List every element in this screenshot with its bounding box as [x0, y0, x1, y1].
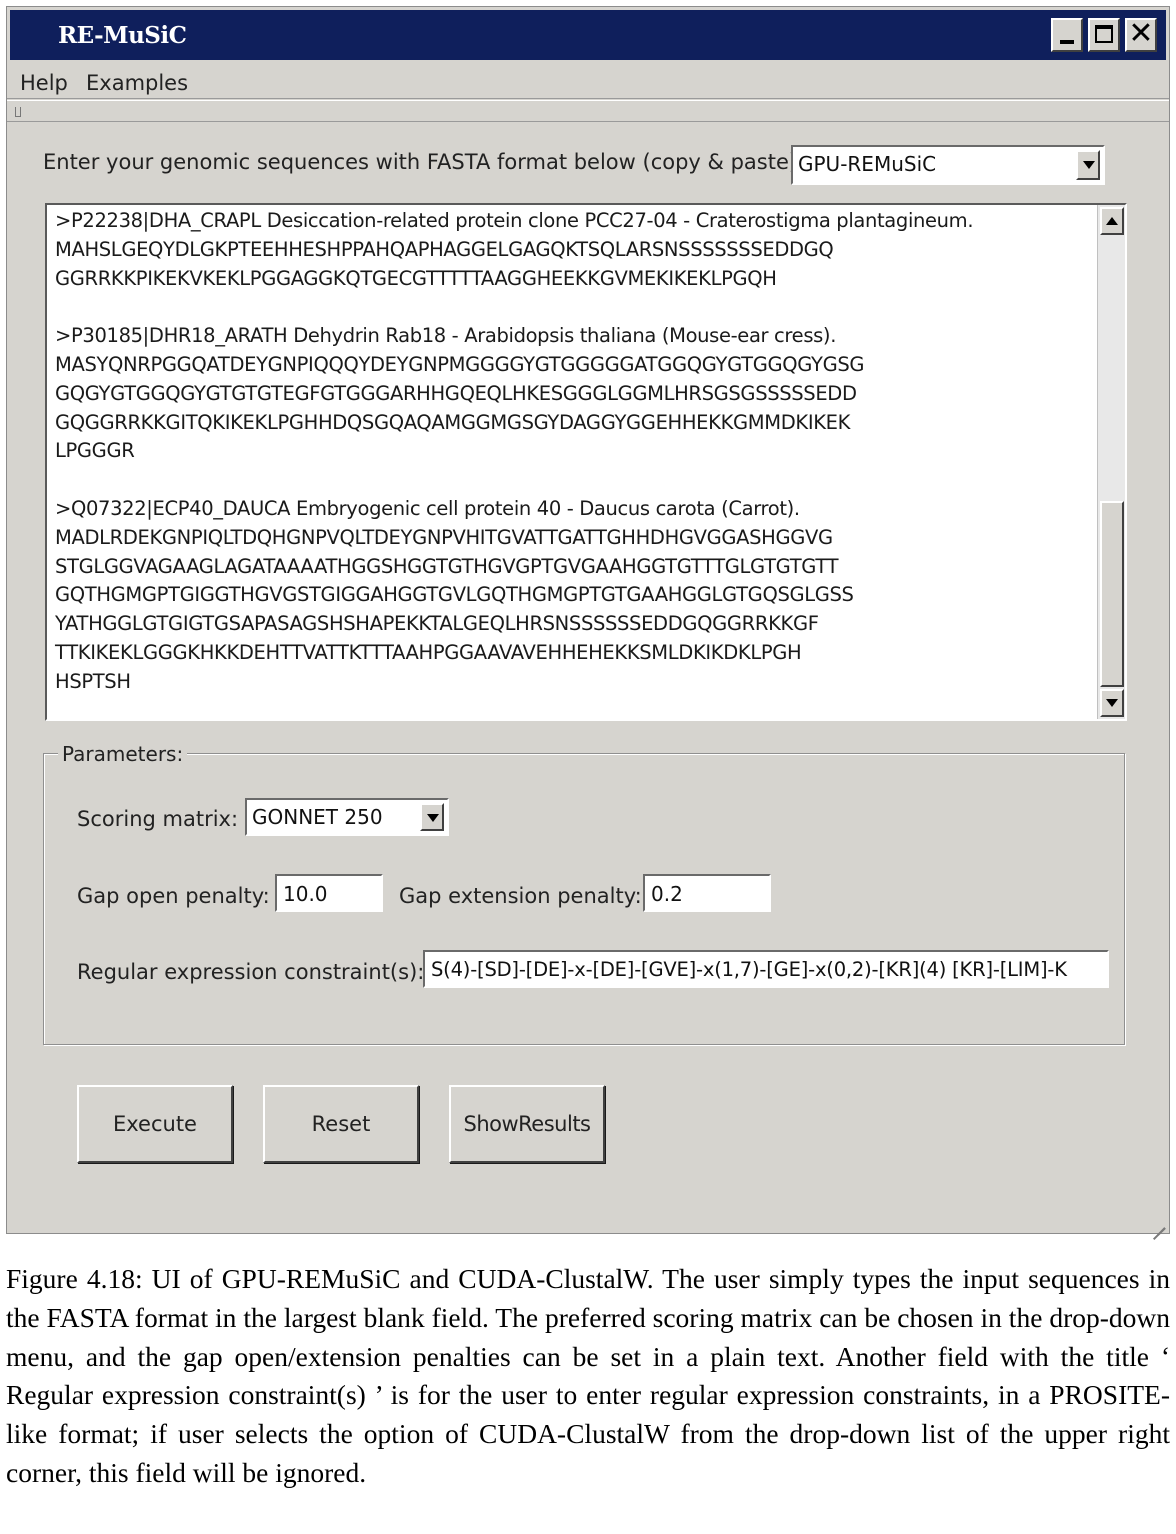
close-button[interactable]: ✕	[1125, 16, 1157, 52]
scoring-matrix-select[interactable]: GONNET 250	[245, 798, 449, 836]
gap-extension-field[interactable]: 0.2	[643, 874, 771, 912]
scoring-matrix-value: GONNET 250	[252, 805, 383, 829]
algorithm-select-value: GPU-REMuSiC	[798, 152, 937, 176]
maximize-button[interactable]	[1088, 18, 1120, 52]
minimize-icon	[1060, 40, 1074, 44]
scrollbar-thumb[interactable]	[1100, 501, 1124, 687]
toolbar-handle[interactable]	[7, 100, 1169, 122]
scroll-down-icon[interactable]	[1100, 689, 1124, 717]
vertical-scrollbar[interactable]	[1097, 205, 1125, 719]
sequence-text: >P22238|DHA_CRAPL Desiccation-related pr…	[55, 209, 974, 693]
minimize-button[interactable]	[1051, 18, 1083, 52]
gap-open-label: Gap open penalty:	[77, 884, 270, 908]
gap-extension-label: Gap extension penalty:	[399, 884, 642, 908]
resize-grip-icon[interactable]	[1147, 1211, 1166, 1241]
gap-open-field[interactable]: 10.0	[275, 874, 383, 912]
figure-caption: Figure 4.18: UI of GPU-REMuSiC and CUDA-…	[6, 1263, 1170, 1488]
maximize-icon	[1095, 25, 1113, 43]
reset-button[interactable]: Reset	[263, 1085, 419, 1163]
sequence-prompt-label: Enter your genomic sequences with FASTA …	[43, 150, 805, 174]
scroll-up-icon[interactable]	[1100, 207, 1124, 235]
scoring-matrix-label: Scoring matrix:	[77, 807, 239, 831]
menu-help[interactable]: Help	[20, 71, 68, 95]
title-bar[interactable]: RE-MuSiC ✕	[10, 10, 1166, 60]
app-window: RE-MuSiC ✕ Help Examples Enter your geno…	[6, 6, 1170, 1241]
show-results-button[interactable]: ShowResults	[449, 1085, 605, 1163]
execute-button[interactable]: Execute	[77, 1085, 233, 1163]
window-title: RE-MuSiC	[58, 22, 187, 49]
regex-constraint-field[interactable]: S(4)-[SD]-[DE]-x-[DE]-[GVE]-x(1,7)-[GE]-…	[423, 950, 1109, 988]
dropdown-arrow-icon[interactable]	[1076, 150, 1100, 180]
menu-bar: Help Examples	[7, 63, 1169, 99]
sequence-textarea[interactable]: >P22238|DHA_CRAPL Desiccation-related pr…	[45, 203, 1127, 721]
parameters-legend: Parameters:	[58, 742, 188, 766]
dropdown-arrow-icon[interactable]	[420, 803, 444, 831]
algorithm-select[interactable]: GPU-REMuSiC	[791, 145, 1105, 185]
close-icon: ✕	[1128, 16, 1154, 51]
grip-icon	[15, 107, 21, 117]
regex-constraint-label: Regular expression constraint(s):	[77, 960, 425, 984]
menu-examples[interactable]: Examples	[86, 71, 188, 95]
